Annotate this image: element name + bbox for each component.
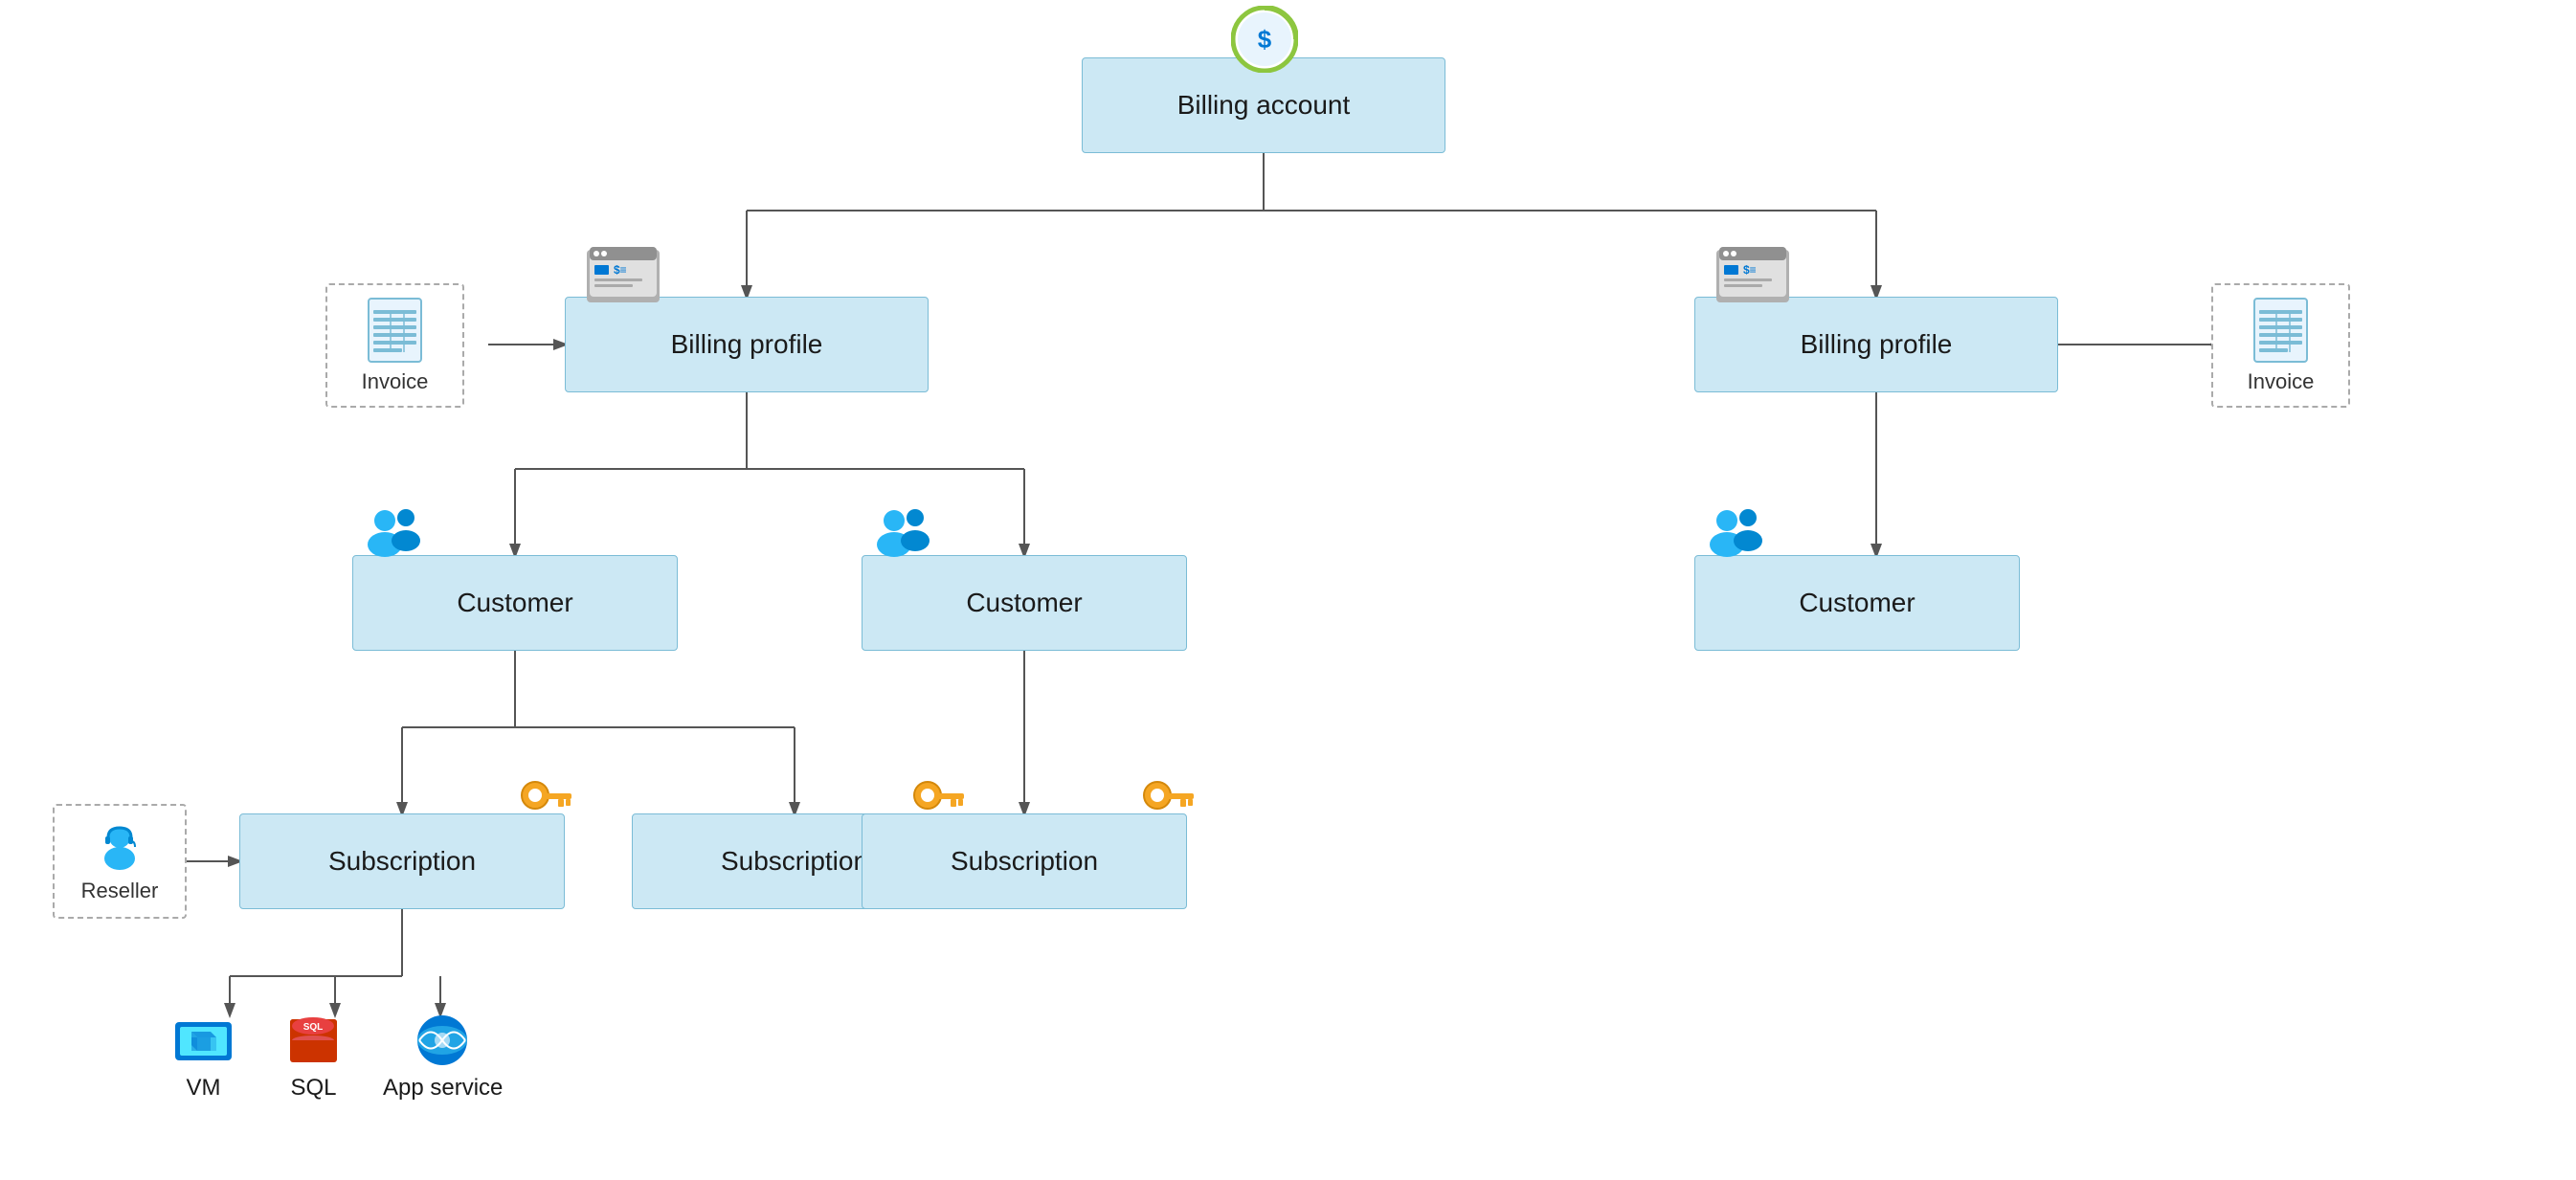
svg-text:$: $ bbox=[1258, 25, 1272, 54]
svg-text:$≡: $≡ bbox=[614, 263, 627, 277]
diagram-container: $ $ Billing account $≡ Billing profile bbox=[0, 0, 2576, 1180]
sql-label: SQL bbox=[290, 1075, 336, 1102]
subscription-1-label: Subscription bbox=[328, 846, 476, 877]
billing-profile-left-label: Billing profile bbox=[671, 329, 823, 360]
key-1-icon bbox=[516, 774, 573, 822]
sql-icon: SQL bbox=[282, 1014, 345, 1067]
customer-3-label: Customer bbox=[1799, 588, 1915, 618]
invoice-left-node: Invoice bbox=[325, 283, 464, 408]
reseller-node: Reseller bbox=[53, 804, 187, 919]
billing-profile-right-node: $≡ Billing profile bbox=[1694, 297, 2058, 392]
subscription-3-node: Subscription bbox=[862, 813, 1187, 909]
invoice-right-node: Invoice bbox=[2211, 283, 2350, 408]
billing-account-icon: $ $ bbox=[1231, 6, 1298, 73]
invoice-left-label: Invoice bbox=[362, 369, 429, 394]
subscription-3-label: Subscription bbox=[951, 846, 1098, 877]
customer-1-icon bbox=[358, 508, 435, 561]
billing-profile-left-node: $≡ Billing profile bbox=[565, 297, 929, 392]
billing-account-node: $ $ Billing account bbox=[1082, 57, 1445, 153]
reseller-label: Reseller bbox=[81, 879, 159, 903]
billing-profile-right-icon: $≡ bbox=[1714, 242, 1791, 304]
subscription-2-label: Subscription bbox=[721, 846, 868, 877]
customer-3-node: Customer bbox=[1694, 555, 2020, 651]
vm-icon bbox=[172, 1014, 235, 1067]
appservice-icon bbox=[412, 1014, 474, 1067]
appservice-resource: App service bbox=[383, 1014, 503, 1102]
customer-1-node: Customer bbox=[352, 555, 678, 651]
key-3-icon bbox=[1138, 774, 1196, 822]
invoice-right-label: Invoice bbox=[2248, 369, 2315, 394]
customer-1-label: Customer bbox=[457, 588, 572, 618]
billing-profile-left-icon: $≡ bbox=[585, 242, 661, 304]
sql-resource: SQL SQL bbox=[282, 1014, 345, 1102]
invoice-right-icon bbox=[2250, 297, 2312, 364]
subscription-1-node: Subscription bbox=[239, 813, 565, 909]
reseller-icon bbox=[94, 820, 146, 873]
customer-3-icon bbox=[1700, 508, 1777, 561]
appservice-label: App service bbox=[383, 1075, 503, 1102]
invoice-left-icon bbox=[364, 297, 426, 364]
vm-resource: VM bbox=[172, 1014, 235, 1102]
billing-profile-right-label: Billing profile bbox=[1801, 329, 1953, 360]
customer-2-label: Customer bbox=[966, 588, 1082, 618]
customer-2-node: Customer bbox=[862, 555, 1187, 651]
svg-text:SQL: SQL bbox=[303, 1022, 324, 1033]
svg-text:$≡: $≡ bbox=[1743, 263, 1757, 277]
billing-account-label: Billing account bbox=[1177, 90, 1351, 121]
vm-label: VM bbox=[187, 1075, 221, 1102]
customer-2-icon bbox=[867, 508, 944, 561]
